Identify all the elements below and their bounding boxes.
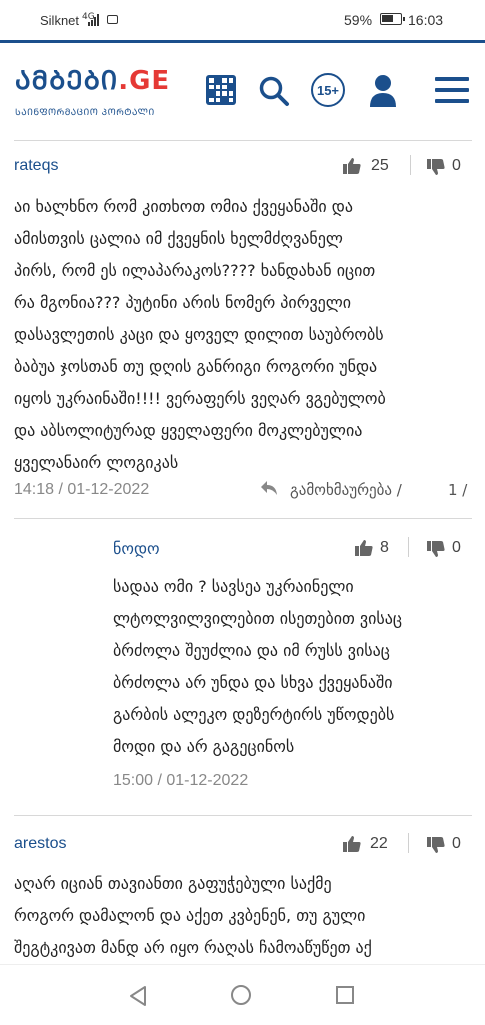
site-logo[interactable]: ᲐᲛᲑᲔᲑᲘ.GE: [15, 67, 170, 95]
logo-text: ᲐᲛᲑᲔᲑᲘ: [15, 66, 119, 96]
logo-subtitle: ᲡᲐᲘᲜᲤᲝᲠᲛᲐᲪᲘᲝ ᲞᲝᲠᲢᲐᲚᲘ: [15, 108, 155, 118]
like-count: 22: [370, 835, 388, 852]
battery-percent: 59%: [344, 12, 373, 28]
user-icon[interactable]: [369, 74, 397, 108]
comment-username[interactable]: arestos: [14, 835, 66, 853]
clock: 16:03: [408, 12, 444, 28]
home-icon[interactable]: [231, 985, 251, 1005]
vote-separator: [408, 833, 409, 853]
site-header: ᲐᲛᲑᲔᲑᲘ.GE ᲡᲐᲘᲜᲤᲝᲠᲛᲐᲪᲘᲝ ᲞᲝᲠᲢᲐᲚᲘ 15+: [0, 43, 485, 143]
menu-icon[interactable]: [435, 77, 469, 110]
comment-username[interactable]: rateqs: [14, 157, 58, 175]
battery-icon: [380, 13, 405, 25]
comment-body: აღარ იციან თავიანთი გაფუჭებული საქმე როგ…: [14, 874, 372, 957]
comment-divider: [14, 815, 472, 816]
signal-icon: [88, 14, 102, 26]
like-count: 25: [371, 157, 389, 174]
crossword-icon[interactable]: [206, 75, 236, 105]
search-icon[interactable]: [258, 75, 290, 107]
dislike-count: 0: [452, 539, 461, 556]
dislike-count: 0: [452, 157, 461, 174]
vote-separator: [408, 537, 409, 557]
vote-separator: [410, 155, 411, 175]
reply-icon[interactable]: [260, 480, 278, 496]
comment-divider: [14, 518, 472, 519]
thumbs-down-icon[interactable]: [427, 836, 445, 854]
recent-apps-icon[interactable]: [336, 986, 354, 1004]
age-rating-badge[interactable]: 15+: [311, 73, 345, 107]
message-notification-icon: [107, 15, 118, 24]
system-navigation-bar: [0, 964, 485, 1025]
reply-link[interactable]: გამოხმაურება /: [290, 481, 402, 499]
comment-datetime: 14:18 / 01-12-2022: [14, 481, 150, 498]
dislike-count: 0: [452, 835, 461, 852]
carrier-name: Silknet: [40, 13, 80, 28]
comment-body: აი ხალხნო რომ კითხოთ ომია ქვეყანაში და ა…: [14, 197, 386, 472]
comment-body: სადაა ომი ? სავსეა უკრაინელი ლტოლვილვილე…: [113, 577, 402, 756]
like-count: 8: [380, 539, 389, 556]
thumbs-up-icon[interactable]: [343, 157, 361, 175]
thumbs-down-icon[interactable]: [427, 540, 445, 558]
back-icon[interactable]: [128, 985, 148, 1007]
logo-suffix: .GE: [118, 66, 171, 96]
comment-username[interactable]: ნოდო: [113, 539, 160, 559]
reply-count: 1 /: [448, 481, 468, 499]
thumbs-up-icon[interactable]: [343, 835, 361, 853]
thumbs-down-icon[interactable]: [427, 158, 445, 176]
thumbs-up-icon[interactable]: [355, 539, 373, 557]
header-divider: [14, 140, 472, 141]
status-bar: Silknet 4G 59% 16:03: [0, 0, 485, 40]
comment-datetime: 15:00 / 01-12-2022: [113, 772, 249, 789]
